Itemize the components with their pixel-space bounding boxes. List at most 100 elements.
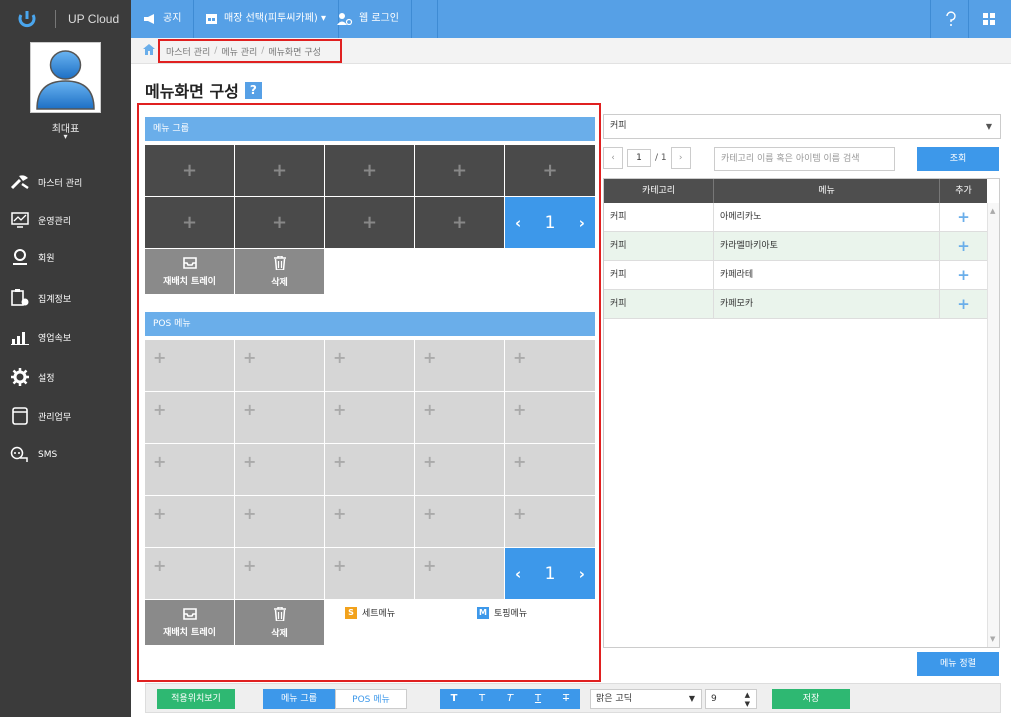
bold-button[interactable]: T [440, 689, 468, 709]
legend-set-menu: S 세트메뉴 [345, 606, 395, 619]
menu-group-slot[interactable]: + [235, 145, 324, 196]
search-button[interactable]: 조회 [917, 147, 999, 171]
pos-menu-slot[interactable]: + [505, 444, 595, 495]
italic-button[interactable]: T [496, 689, 524, 709]
sidebar-item-sms[interactable]: SMS [10, 443, 130, 467]
nav-notice[interactable]: 공지 [131, 0, 195, 38]
breadcrumb-item-master[interactable]: 마스터 관리 [166, 45, 210, 58]
caret-down-icon: ▼ [688, 694, 695, 703]
table-row[interactable]: 커피 카페모카 + [604, 290, 987, 319]
sidebar-item-settings[interactable]: 설정 [10, 365, 130, 389]
nav-store-select[interactable]: 매장 선택(피투씨카페) ▾ [193, 0, 339, 38]
tab-pos-menu[interactable]: POS 메뉴 [335, 689, 407, 709]
pos-menu-slot[interactable]: + [235, 444, 324, 495]
nav-web-login[interactable]: 웹 로그인 [325, 0, 412, 38]
chevron-right-icon[interactable]: › [579, 214, 585, 232]
pos-menu-slot[interactable]: + [325, 392, 414, 443]
sidebar-item-sales[interactable]: 영업속보 [10, 325, 130, 349]
pos-menu-slot[interactable]: + [325, 340, 414, 391]
chevron-left-icon[interactable]: ‹ [515, 214, 521, 232]
home-icon[interactable] [143, 44, 155, 55]
font-size-select[interactable]: 9 ▲ ▼ [705, 689, 757, 709]
pos-menu-slot[interactable]: + [145, 496, 234, 547]
tab-menu-group[interactable]: 메뉴 그룹 [263, 689, 335, 709]
help-button[interactable] [930, 0, 970, 38]
menu-group-slot[interactable]: + [415, 145, 504, 196]
pos-menu-slot[interactable]: + [235, 496, 324, 547]
normal-button[interactable]: T [468, 689, 496, 709]
font-select[interactable]: 맑은 고딕 ▼ [590, 689, 702, 709]
sidebar-item-members[interactable]: 회원 [10, 245, 130, 269]
category-select[interactable]: 커피 ▼ [603, 114, 1001, 139]
search-input[interactable] [714, 147, 895, 171]
pager-prev-button[interactable]: ‹ [603, 147, 623, 169]
pos-menu-slot[interactable]: + [145, 340, 234, 391]
pos-menu-slot[interactable]: + [415, 392, 504, 443]
chevron-right-icon[interactable]: › [579, 565, 585, 583]
menu-group-slot[interactable]: + [145, 197, 234, 248]
pos-menu-slot[interactable]: + [145, 444, 234, 495]
pos-menu-slot[interactable]: + [325, 496, 414, 547]
delete-label: 삭제 [271, 628, 288, 639]
sidebar-item-aggregate[interactable]: 집계정보 [10, 286, 130, 310]
scroll-up-icon[interactable]: ▲ [990, 207, 995, 215]
pos-menu-slot[interactable]: + [415, 548, 504, 599]
strikethrough-button[interactable]: T [552, 689, 580, 709]
pos-menu-tray-button[interactable]: 재배치 트레이 [145, 600, 234, 645]
menu-group-delete-button[interactable]: 삭제 [235, 249, 324, 294]
pos-menu-slot[interactable]: + [415, 496, 504, 547]
table-row[interactable]: 커피 아메리카노 + [604, 203, 987, 232]
avatar[interactable] [30, 42, 101, 113]
pos-menu-slot[interactable]: + [505, 340, 595, 391]
table-header: 카테고리 메뉴 추가 [604, 179, 987, 203]
apps-grid-button[interactable] [968, 0, 1008, 38]
menu-sort-button[interactable]: 메뉴 정렬 [917, 652, 999, 676]
pos-menu-slot[interactable]: + [145, 548, 234, 599]
menu-group-slot[interactable]: + [325, 145, 414, 196]
help-badge[interactable]: ? [244, 81, 262, 99]
table-row[interactable]: 커피 카라멜마키아토 + [604, 232, 987, 261]
add-row-button[interactable]: + [940, 261, 987, 290]
save-button[interactable]: 저장 [772, 689, 850, 709]
pos-menu-slot[interactable]: + [235, 340, 324, 391]
breadcrumb-item-menu[interactable]: 메뉴 관리 [221, 45, 257, 58]
menu-group-slot[interactable]: + [415, 197, 504, 248]
pos-menu-slot[interactable]: + [325, 444, 414, 495]
chevron-left-icon[interactable]: ‹ [515, 565, 521, 583]
sidebar-item-management[interactable]: 관리업무 [10, 404, 130, 428]
pos-menu-slot[interactable]: + [145, 392, 234, 443]
pos-menu-slot[interactable]: + [415, 444, 504, 495]
table-scrollbar[interactable]: ▲ ▼ [987, 203, 999, 647]
pager-current-input[interactable]: 1 [627, 149, 651, 167]
menu-group-slot[interactable]: + [235, 197, 324, 248]
add-row-button[interactable]: + [940, 203, 987, 232]
sidebar-item-operations[interactable]: 운영관리 [10, 208, 130, 232]
pos-menu-slot[interactable]: + [235, 548, 324, 599]
pos-menu-delete-button[interactable]: 삭제 [235, 600, 324, 645]
underline-button[interactable]: T [524, 689, 552, 709]
add-row-button[interactable]: + [940, 290, 987, 319]
text-format-group: T T T T T [440, 689, 580, 709]
table-row[interactable]: 커피 카페라테 + [604, 261, 987, 290]
user-menu-caret[interactable]: ▾ [0, 132, 131, 141]
column-header-category[interactable]: 카테고리 [604, 179, 714, 203]
menu-group-slot[interactable]: + [325, 197, 414, 248]
logo-area[interactable]: UP Cloud [0, 0, 131, 38]
pager-next-button[interactable]: › [670, 147, 691, 169]
pos-menu-slot[interactable]: + [235, 392, 324, 443]
column-header-menu[interactable]: 메뉴 [714, 179, 940, 203]
pos-menu-slot[interactable]: + [325, 548, 414, 599]
menu-group-slot[interactable]: + [145, 145, 234, 196]
menu-group-tray-button[interactable]: 재배치 트레이 [145, 249, 234, 294]
sidebar-item-master[interactable]: 마스터 관리 [10, 170, 130, 194]
pos-menu-slot[interactable]: + [505, 392, 595, 443]
apply-position-view-button[interactable]: 적용위치보기 [157, 689, 235, 709]
menu-table: 카테고리 메뉴 추가 커피 아메리카노 + 커피 카라멜마키아토 + 커피 카페… [603, 178, 1000, 648]
add-row-button[interactable]: + [940, 232, 987, 261]
scroll-down-icon[interactable]: ▼ [990, 635, 995, 643]
gear-icon [10, 367, 30, 387]
pos-menu-slot[interactable]: + [505, 496, 595, 547]
pos-menu-slot[interactable]: + [415, 340, 504, 391]
font-size-value: 9 [711, 694, 717, 704]
menu-group-slot[interactable]: + [505, 145, 595, 196]
